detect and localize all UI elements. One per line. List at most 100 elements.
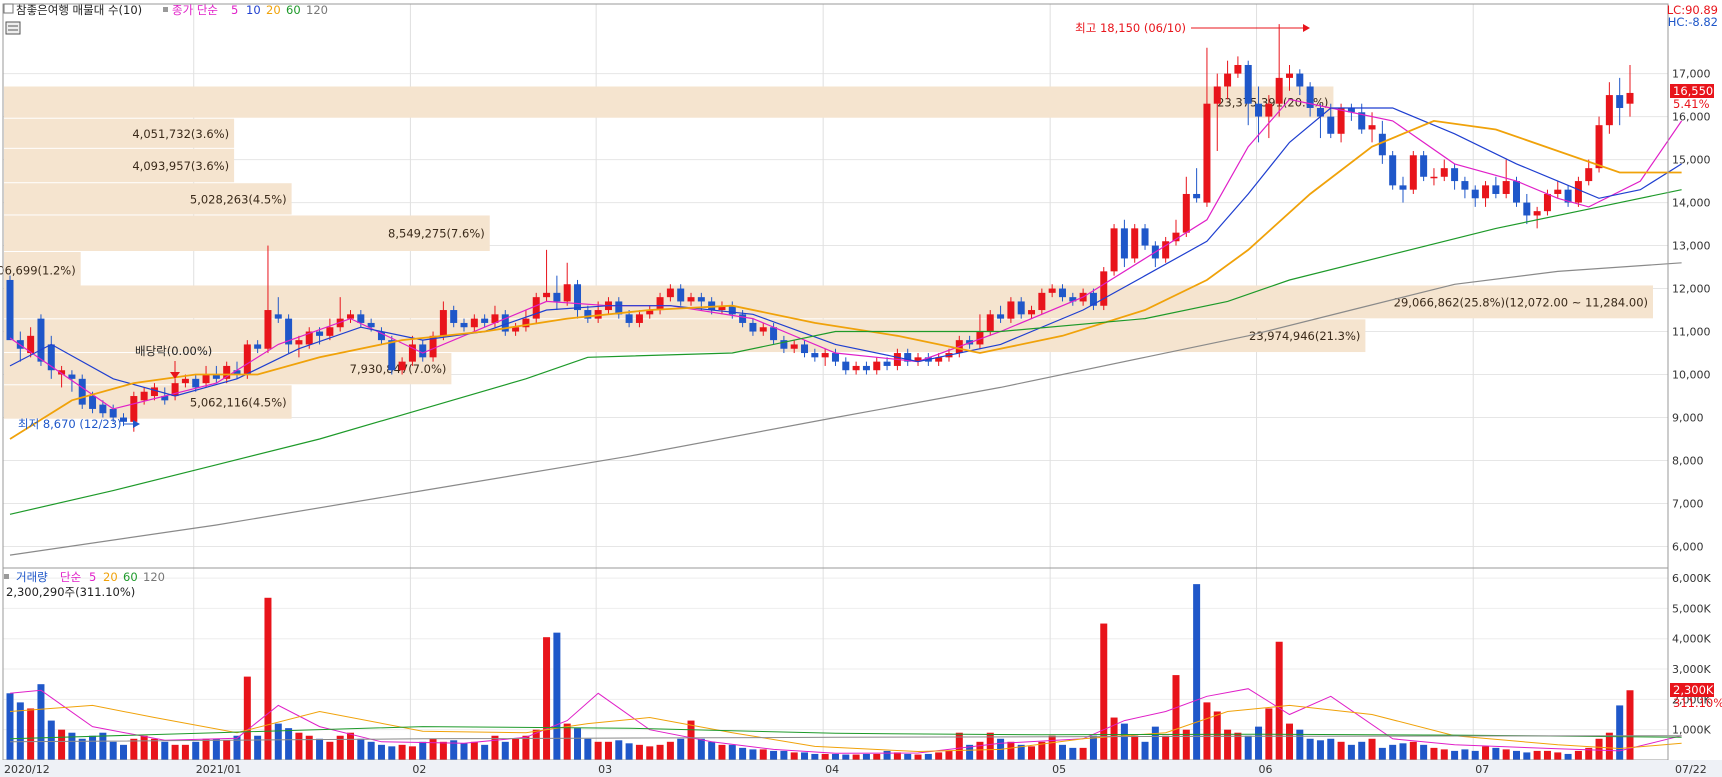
candle-body	[1420, 155, 1428, 177]
volume-bar	[1461, 749, 1469, 760]
candle-body	[1275, 77, 1283, 104]
volume-bar	[811, 753, 819, 760]
candle-body	[316, 331, 324, 336]
candle-body	[1182, 193, 1190, 233]
volume-profile-label: 4,051,732(3.6%)	[132, 127, 229, 141]
volume-bar	[27, 708, 35, 760]
candle-body	[801, 344, 809, 354]
volume-bar	[780, 750, 788, 760]
high-label: 최고 18,150 (06/10)	[1075, 21, 1186, 35]
volume-bar	[233, 735, 241, 760]
candle-body	[450, 310, 458, 323]
candle-body	[739, 314, 747, 323]
volume-bar	[347, 732, 355, 760]
candle-body	[367, 322, 375, 328]
volume-profile-label: 29,066,862(25.8%)(12,072.00 ~ 11,284.00)	[1394, 295, 1648, 309]
candle-body	[852, 365, 860, 371]
volume-bar	[89, 735, 97, 760]
candle-body	[1451, 168, 1459, 182]
volume-bar	[1512, 750, 1520, 760]
volume-bar	[192, 741, 200, 760]
volume-bar	[1193, 584, 1201, 760]
volume-bar	[47, 720, 55, 760]
candle-body	[1213, 86, 1221, 104]
candle-body	[1327, 116, 1335, 134]
candle-body	[1193, 193, 1201, 199]
volume-tick-label: 1,000K	[1672, 724, 1711, 737]
volume-bar	[1543, 750, 1551, 760]
volume-tick-label: 3,000K	[1672, 663, 1711, 676]
candle-body	[1028, 310, 1036, 315]
volume-bar	[1389, 744, 1397, 760]
volume-bar	[1523, 752, 1531, 760]
volume-bar	[924, 753, 932, 760]
candle-body	[625, 314, 633, 323]
volume-bar	[171, 744, 179, 760]
volume-bar	[1471, 750, 1479, 760]
candle-body	[243, 344, 251, 375]
stock-chart: 23,375,391(20.8%)4,051,732(3.6%)4,093,95…	[0, 0, 1722, 777]
volume-bar	[99, 732, 107, 760]
y-tick-label: 6,000	[1672, 541, 1704, 554]
legend-toggle-icon[interactable]	[3, 3, 14, 14]
candle-body	[1007, 301, 1015, 319]
candle-body	[1038, 292, 1046, 311]
volume-bar	[697, 738, 705, 760]
volume-profile-label: 1,406,699(1.2%)	[0, 263, 76, 277]
candle-body	[1141, 228, 1149, 246]
volume-bar	[6, 693, 14, 760]
volume-bar	[481, 744, 489, 760]
volume-bar	[326, 741, 334, 760]
candle-body	[1203, 103, 1211, 203]
candle-body	[842, 361, 850, 371]
volume-bar	[274, 723, 282, 760]
volume-tick-label: 5,000K	[1672, 602, 1711, 615]
candle-body	[439, 310, 447, 336]
volume-bar	[594, 741, 602, 760]
volume-bar	[1378, 747, 1386, 760]
volume-bar	[790, 752, 798, 760]
volume-bar	[1451, 750, 1459, 760]
low-label: 최저 8,670 (12/23)	[18, 417, 122, 431]
volume-bar	[1430, 747, 1438, 760]
volume-bar	[1255, 726, 1263, 760]
candle-body	[78, 378, 86, 405]
volume-bar	[646, 746, 654, 760]
candle-body	[543, 292, 551, 298]
candle-body	[481, 318, 489, 323]
volume-bar	[615, 740, 623, 760]
volume-bar	[1275, 641, 1283, 760]
volume-bar	[367, 741, 375, 760]
volume-bar	[202, 738, 210, 760]
candle-body	[563, 284, 571, 302]
volume-bar	[904, 753, 912, 760]
candle-body	[1554, 189, 1562, 194]
volume-bar	[264, 597, 272, 760]
volume-bar	[212, 738, 220, 760]
candle-body	[1585, 168, 1593, 182]
last-change-value: 5.41%	[1673, 97, 1710, 111]
volume-bar	[821, 753, 829, 760]
ma-label: 종가 단순	[172, 3, 218, 17]
candle-body	[1492, 185, 1500, 194]
candle-body	[460, 322, 468, 328]
volume-bullet-icon	[4, 574, 9, 579]
volume-bar	[739, 747, 747, 760]
chart-title: 참좋은여행 매물대 수(10)	[16, 3, 142, 17]
candle-body	[1409, 155, 1417, 190]
volume-bar	[120, 744, 128, 760]
volume-profile-band	[4, 86, 1334, 118]
volume-bar	[1100, 623, 1108, 760]
volume-bar	[1213, 711, 1221, 760]
ma60-label: 60	[286, 3, 301, 17]
candle-body	[656, 297, 664, 311]
table-icon[interactable]	[5, 21, 21, 35]
x-tick-label: 05	[1052, 763, 1066, 776]
candle-body	[254, 344, 262, 349]
volume-bar	[78, 738, 86, 760]
volume-bar	[1358, 741, 1366, 760]
candle-body	[553, 292, 561, 302]
y-tick-label: 14,000	[1672, 197, 1711, 210]
volume-bar	[759, 749, 767, 760]
candle-body	[470, 318, 478, 328]
